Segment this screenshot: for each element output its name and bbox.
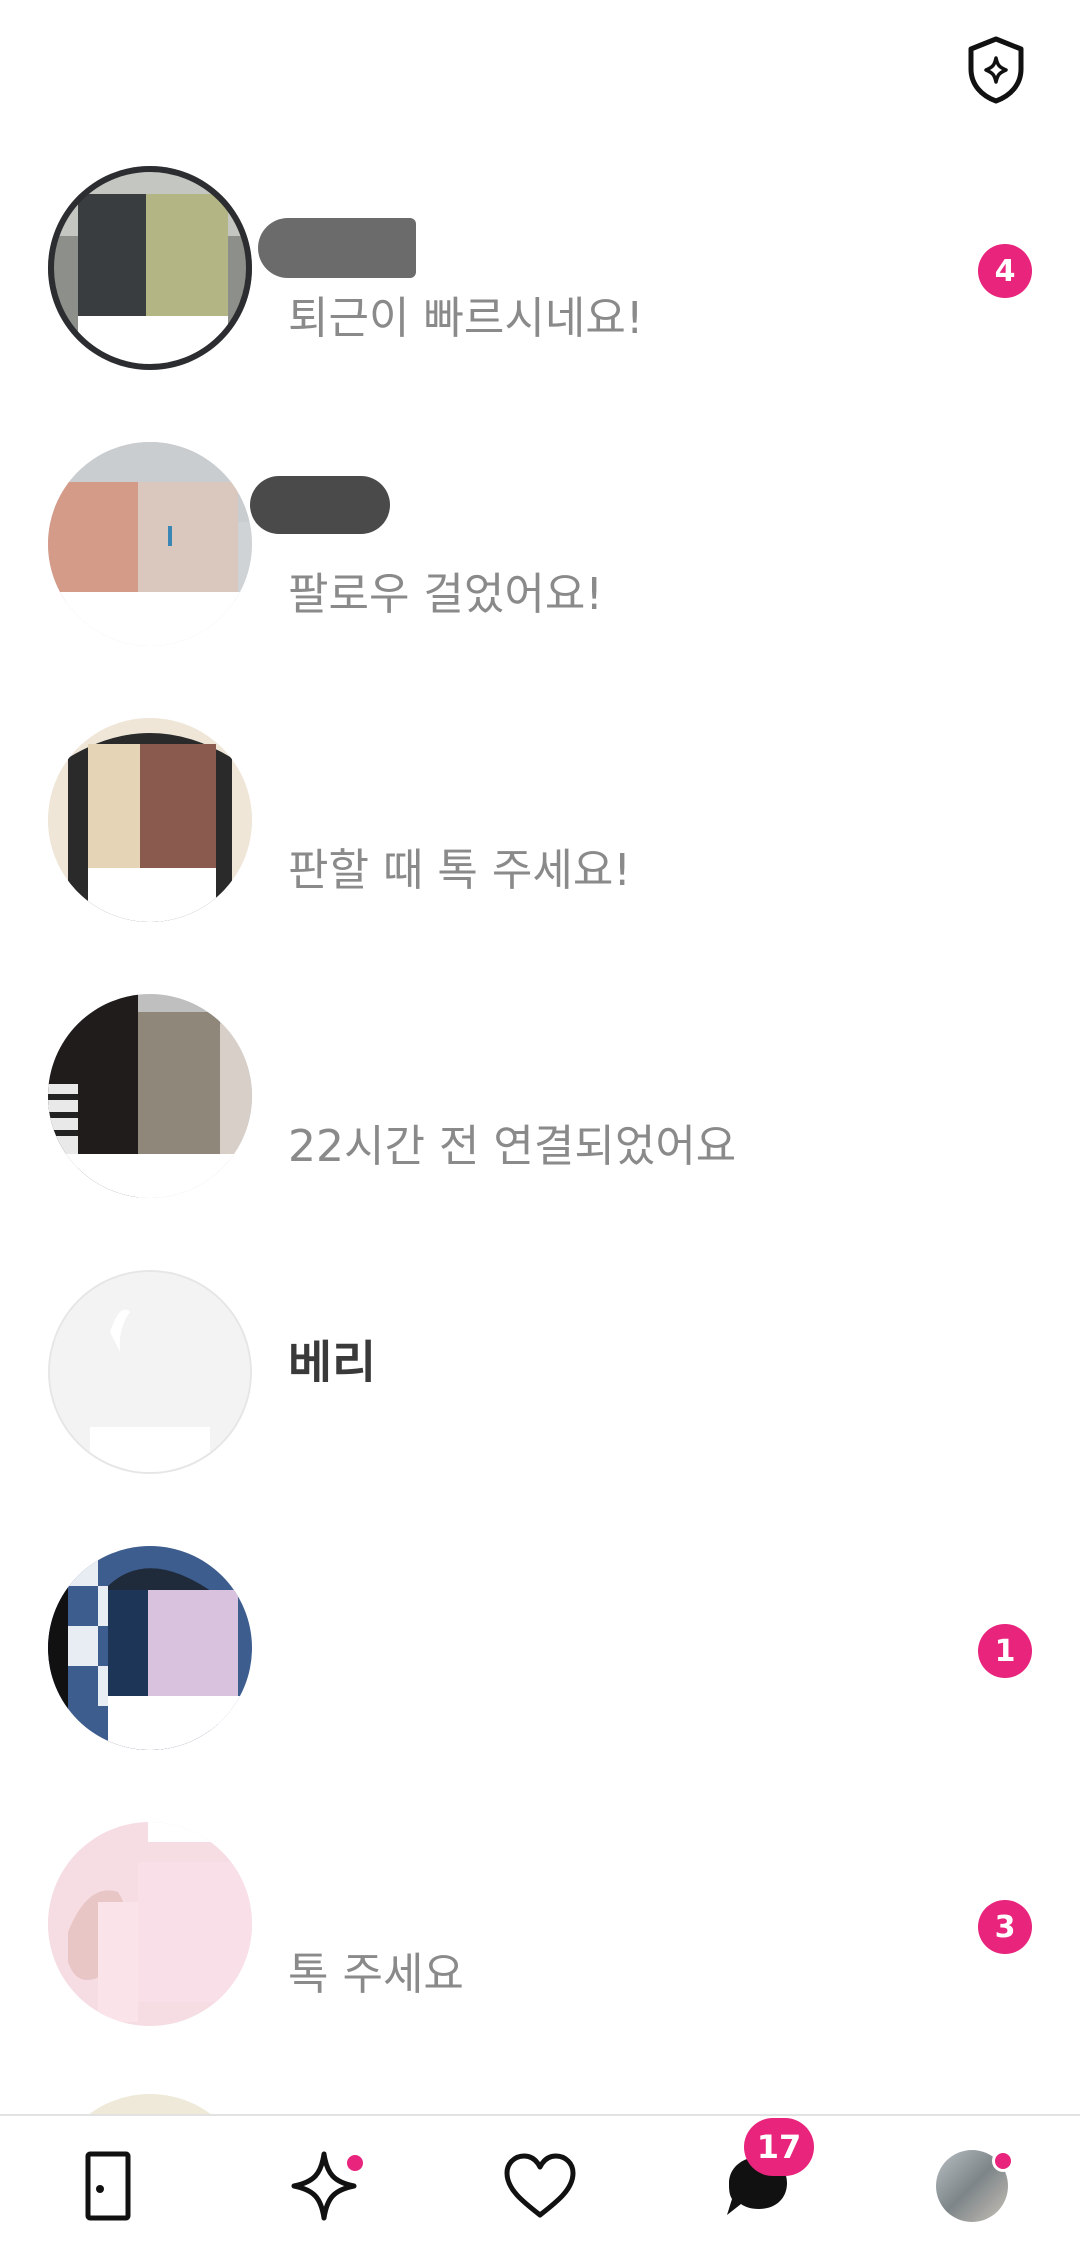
chat-row[interactable]: 팔로우 걸었어요! [0,426,1080,702]
chat-preview: 판할 때 톡 주세요! [288,845,631,896]
chat-row[interactable]: 톡 주세요 3 [0,1806,1080,2082]
avatar [48,718,252,922]
redaction [262,1846,432,1916]
chat-list: 퇴근이 빠르시네요! 4 팔로우 걸었어요! 판할 때 톡 주세요! 22시간 … [0,150,1080,2082]
chat-row[interactable]: 베리 [0,1254,1080,1530]
chat-row[interactable]: 1 [0,1530,1080,1806]
partial-avatar [48,2094,252,2114]
unread-badge: 3 [978,1900,1032,1954]
avatar [48,442,252,646]
chat-bubble-icon[interactable]: 17 [706,2118,814,2236]
redaction [250,476,390,534]
sparkle-icon[interactable] [274,2136,374,2236]
avatar [48,1270,252,1474]
chat-row[interactable]: 퇴근이 빠르시네요! 4 [0,150,1080,426]
door-icon[interactable] [58,2136,158,2236]
top-bar [0,0,1080,150]
chat-row[interactable]: 판할 때 톡 주세요! [0,702,1080,978]
redaction [288,762,668,812]
notification-dot [992,2150,1014,2172]
avatar [48,1546,252,1750]
chat-count-badge: 17 [744,2118,814,2176]
redaction [260,1382,680,1442]
redaction [270,1018,410,1078]
shield-sparkle-icon[interactable] [956,30,1036,110]
profile-avatar[interactable] [922,2136,1022,2236]
unread-badge: 4 [978,244,1032,298]
heart-icon[interactable] [490,2136,590,2236]
avatar [48,994,252,1198]
chat-preview: 22시간 전 연결되었어요 [288,1121,737,1172]
bottom-nav: 17 [0,2114,1080,2260]
redaction [270,1570,470,1640]
unread-badge: 1 [978,1624,1032,1678]
avatar [48,1822,252,2026]
chat-preview: 톡 주세요 [288,1949,464,2000]
chat-row[interactable]: 22시간 전 연결되었어요 [0,978,1080,1254]
redaction [280,1678,600,1718]
notification-dot [344,2152,366,2174]
avatar [48,166,252,370]
chat-preview: 팔로우 걸었어요! [288,569,603,620]
redaction [258,218,416,278]
chat-preview: 퇴근이 빠르시네요! [288,293,644,344]
